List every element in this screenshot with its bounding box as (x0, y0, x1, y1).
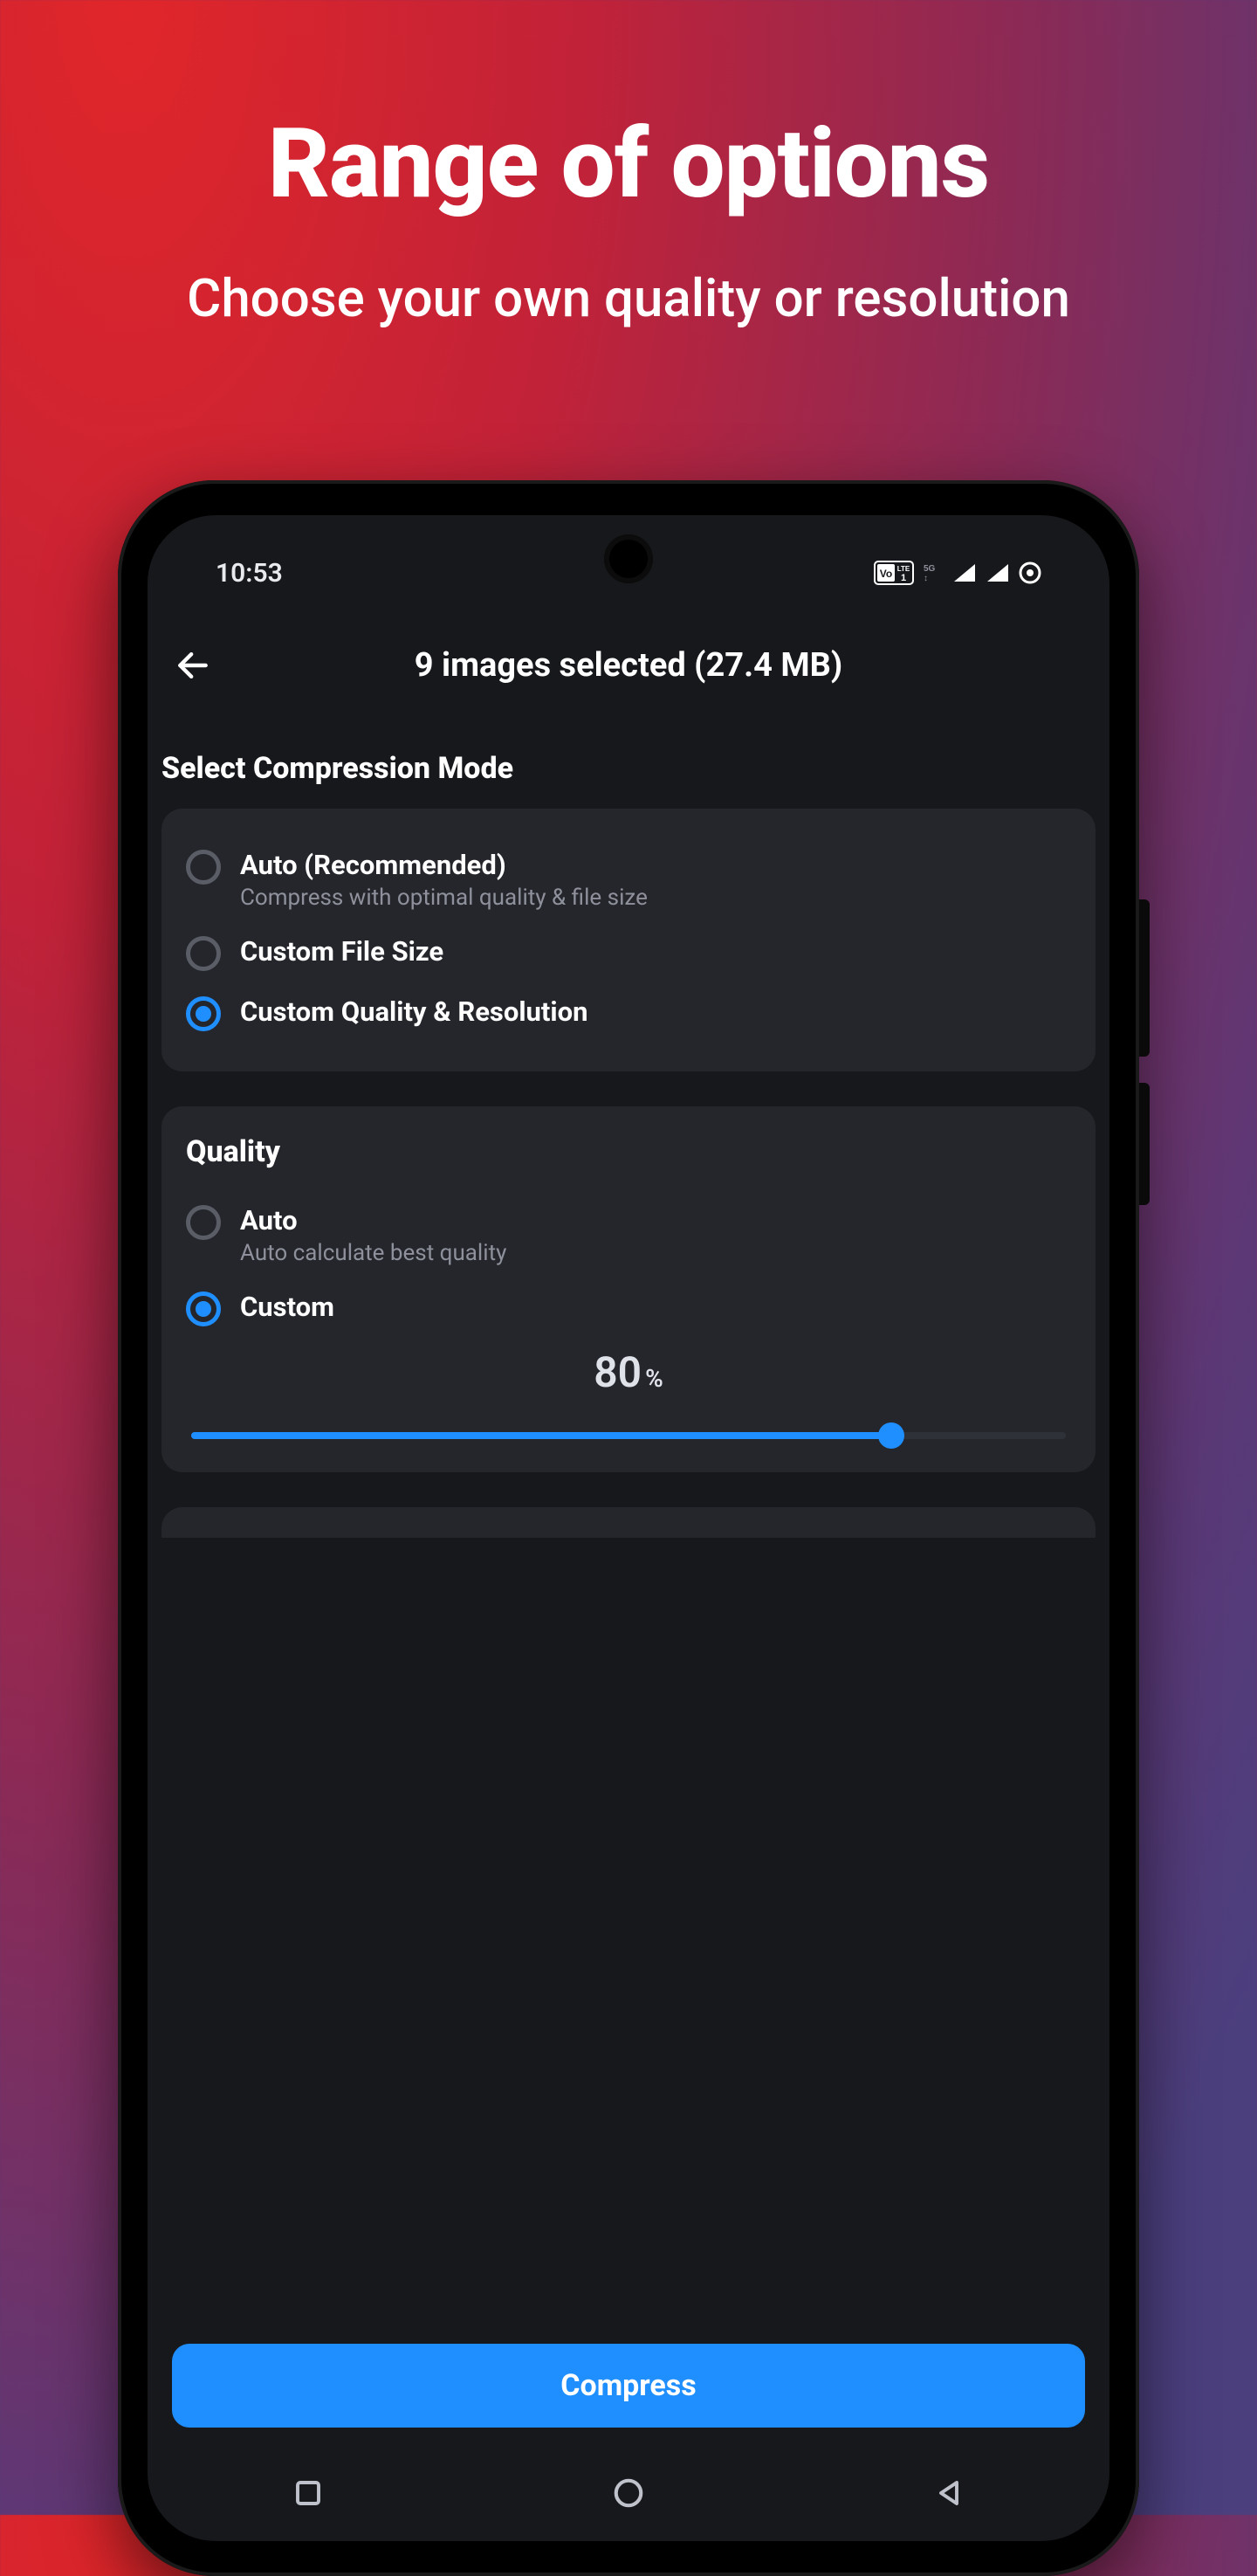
screen: 10:53 Vo LTE 1 5G↕ 9 images selected (148, 515, 1109, 2541)
status-icons: Vo LTE 1 5G↕ (874, 561, 1041, 585)
quality-option-custom[interactable]: Custom (186, 1278, 1071, 1339)
mode-option-custom-size[interactable]: Custom File Size (186, 923, 1071, 983)
side-button (1139, 899, 1150, 1057)
section-label-mode: Select Compression Mode (155, 732, 1102, 809)
home-button[interactable] (580, 2467, 677, 2519)
radio-icon (186, 1291, 221, 1326)
svg-text:1: 1 (901, 573, 906, 583)
bottom-bar: Compress (148, 2344, 1109, 2445)
radio-icon (186, 850, 221, 885)
promo-subtitle: Choose your own quality or resolution (0, 267, 1257, 330)
svg-text:↕: ↕ (924, 574, 928, 583)
radio-icon (186, 936, 221, 971)
compress-button[interactable]: Compress (172, 2344, 1085, 2428)
side-button (1139, 1083, 1150, 1205)
radio-icon (186, 996, 221, 1031)
quality-slider-wrap: 80% (186, 1339, 1071, 1444)
promo-header: Range of options Choose your own quality… (0, 0, 1257, 330)
radio-icon (186, 1205, 221, 1240)
quality-value-number: 80 (594, 1347, 642, 1397)
svg-text:5G: 5G (924, 564, 936, 574)
signal-icon (986, 562, 1010, 583)
slider-thumb[interactable] (878, 1422, 904, 1449)
radio-label: Custom File Size (240, 935, 443, 968)
radio-label: Auto (240, 1204, 506, 1236)
radio-label: Custom (240, 1291, 334, 1323)
arrow-left-icon (174, 646, 212, 685)
network-5g-icon: 5G↕ (923, 562, 944, 583)
radio-label: Custom Quality & Resolution (240, 995, 588, 1028)
target-icon (1019, 561, 1041, 584)
promo-title: Range of options (0, 114, 1257, 215)
quality-option-auto[interactable]: Auto Auto calculate best quality (186, 1192, 1071, 1278)
mode-option-custom-quality[interactable]: Custom Quality & Resolution (186, 983, 1071, 1043)
back-button[interactable] (161, 634, 224, 697)
triangle-left-icon (933, 2477, 965, 2509)
quality-heading: Quality (186, 1134, 1071, 1169)
svg-text:LTE: LTE (897, 565, 910, 573)
svg-text:Vo: Vo (880, 568, 892, 580)
square-icon (292, 2477, 324, 2509)
recent-apps-button[interactable] (260, 2467, 356, 2519)
mode-option-auto[interactable]: Auto (Recommended) Compress with optimal… (186, 837, 1071, 923)
content: Select Compression Mode Auto (Recommende… (148, 732, 1109, 1538)
quality-value: 80% (191, 1347, 1066, 1397)
signal-icon (952, 562, 977, 583)
radio-sublabel: Auto calculate best quality (240, 1240, 506, 1266)
slider-fill (191, 1432, 891, 1439)
system-nav-bar (148, 2445, 1109, 2541)
status-time: 10:53 (216, 558, 283, 589)
volte-icon: Vo LTE 1 (874, 561, 914, 585)
radio-label: Auto (Recommended) (240, 849, 648, 881)
radio-sublabel: Compress with optimal quality & file siz… (240, 885, 648, 911)
phone-frame: 10:53 Vo LTE 1 5G↕ 9 images selected (118, 480, 1139, 2576)
quality-value-unit: % (645, 1364, 663, 1393)
circle-icon (612, 2476, 645, 2510)
resolution-card: Resolution Auto Auto calculate optimal r… (161, 1507, 1096, 1538)
quality-slider[interactable] (191, 1432, 1066, 1439)
mode-card: Auto (Recommended) Compress with optimal… (161, 809, 1096, 1071)
app-bar: 9 images selected (27.4 MB) (148, 615, 1109, 732)
camera-cutout (604, 534, 653, 583)
quality-card: Quality Auto Auto calculate best quality… (161, 1106, 1096, 1472)
android-back-button[interactable] (901, 2467, 997, 2519)
page-title: 9 images selected (27.4 MB) (224, 646, 1033, 685)
